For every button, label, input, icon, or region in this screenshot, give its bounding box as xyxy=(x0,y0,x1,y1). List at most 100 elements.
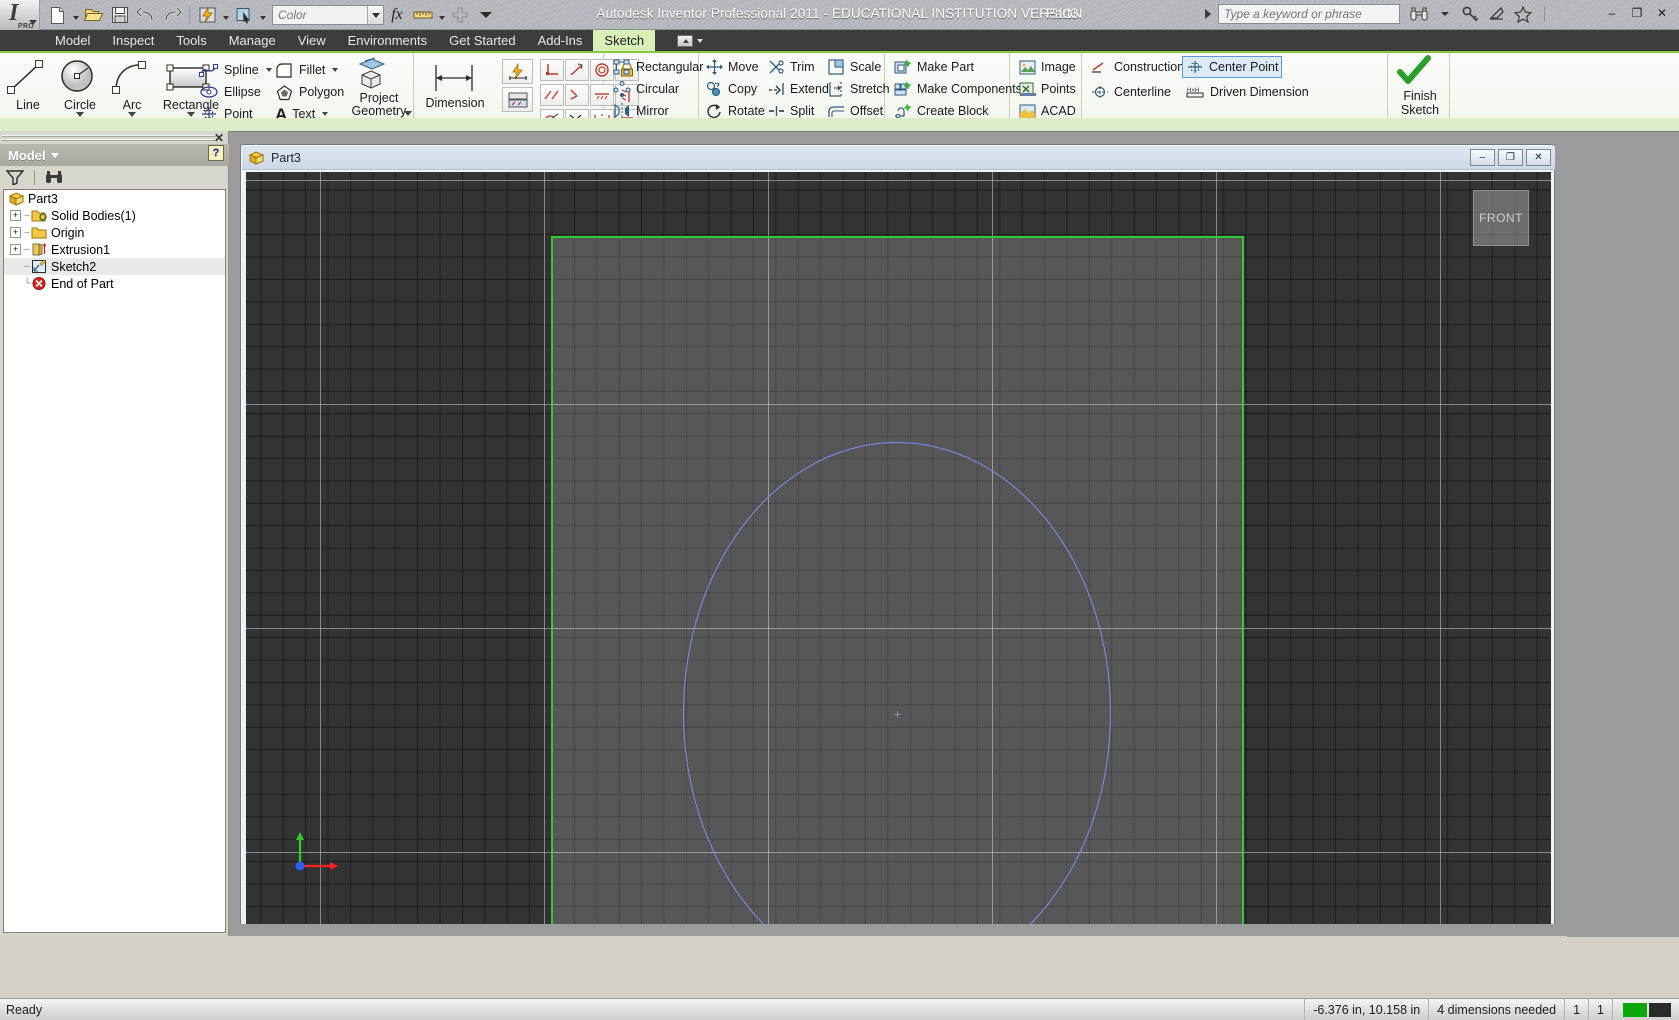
arc-button[interactable]: Arc xyxy=(108,57,156,117)
centerline-button[interactable]: Centerline xyxy=(1088,81,1174,103)
tab-manage[interactable]: Manage xyxy=(218,30,287,51)
tree-expander-icon[interactable]: + xyxy=(10,244,21,255)
tree-expander-icon[interactable]: + xyxy=(10,227,21,238)
copy-button[interactable]: Copy xyxy=(703,78,760,100)
document-restore-button[interactable]: ❐ xyxy=(1498,149,1523,166)
image-button[interactable]: Image xyxy=(1016,56,1079,78)
measure-button[interactable] xyxy=(410,3,436,27)
save-document-button[interactable] xyxy=(107,3,133,27)
filter-funnel-icon[interactable] xyxy=(6,169,24,185)
graphics-viewport[interactable]: FRONT xyxy=(246,172,1551,924)
view-cube[interactable]: FRONT xyxy=(1473,190,1529,246)
tab-view[interactable]: View xyxy=(287,30,337,51)
tab-get-started[interactable]: Get Started xyxy=(438,30,526,51)
document-close-button[interactable]: ✕ xyxy=(1526,149,1551,166)
make-components-button[interactable]: Make Components xyxy=(891,78,1025,100)
tab-add-ins[interactable]: Add-Ins xyxy=(527,30,594,51)
circle-button[interactable]: Circle xyxy=(56,57,104,117)
search-input[interactable] xyxy=(1218,4,1400,24)
browser-header[interactable]: Model ? xyxy=(0,144,229,166)
undo-button[interactable] xyxy=(133,3,159,27)
key-icon[interactable] xyxy=(1462,5,1480,23)
stretch-button[interactable]: Stretch xyxy=(825,78,893,100)
scale-button[interactable]: Scale xyxy=(825,56,884,78)
binoculars-icon[interactable] xyxy=(1410,5,1428,23)
auto-dimension-icon[interactable] xyxy=(502,59,533,84)
window-minimize-button[interactable]: – xyxy=(1601,4,1623,22)
tab-model[interactable]: Model xyxy=(44,30,101,51)
browser-close-button[interactable]: ✕ xyxy=(214,131,224,145)
satellite-dish-icon[interactable] xyxy=(1488,5,1506,23)
fillet-button[interactable]: Fillet xyxy=(272,59,341,81)
tab-inspect[interactable]: Inspect xyxy=(101,30,165,51)
spline-dropdown-icon[interactable] xyxy=(265,68,272,72)
find-binoculars-icon[interactable] xyxy=(45,170,63,185)
color-select[interactable]: Color xyxy=(272,5,384,25)
dimension-button[interactable]: Dimension xyxy=(422,61,488,110)
parallel-constraint-icon[interactable] xyxy=(565,59,589,81)
circle-button-label: Circle xyxy=(64,98,96,112)
select-dropdown[interactable] xyxy=(257,3,268,27)
driven-dimension-button[interactable]: H×H Driven Dimension xyxy=(1182,81,1312,103)
spline-button[interactable]: Spline xyxy=(196,59,275,81)
tree-item-extrusion1[interactable]: + – Extrusion1 xyxy=(4,241,225,258)
tree-item-solid-bodies[interactable]: + – Solid Bodies(1) xyxy=(4,207,225,224)
move-button[interactable]: Move xyxy=(703,56,762,78)
coincident-constraint-icon[interactable] xyxy=(565,84,589,106)
extend-button[interactable]: Extend xyxy=(765,78,832,100)
window-restore-button[interactable]: ❐ xyxy=(1626,4,1648,22)
tree-item-end-of-part[interactable]: └ End of Part xyxy=(4,275,225,292)
project-geometry-button[interactable]: Project Geometry xyxy=(348,55,410,117)
tab-sketch[interactable]: Sketch xyxy=(593,30,656,51)
parameters-button[interactable]: fx xyxy=(384,3,410,27)
center-point-button[interactable]: Center Point xyxy=(1182,56,1283,78)
circular-pattern-button[interactable]: Circular xyxy=(610,78,682,100)
points-button[interactable]: Points xyxy=(1016,78,1079,100)
document-minimize-button[interactable]: – xyxy=(1470,149,1495,166)
circle-dropdown-icon[interactable] xyxy=(76,112,84,117)
select-button[interactable] xyxy=(231,3,257,27)
color-select-dropdown[interactable] xyxy=(367,6,383,24)
tree-item-part3[interactable]: Part3 xyxy=(4,190,225,207)
collinear-constraint-icon[interactable] xyxy=(540,84,564,106)
polygon-button[interactable]: Polygon xyxy=(272,81,347,103)
browser-help-button[interactable]: ? xyxy=(208,145,224,161)
fillet-dropdown-icon[interactable] xyxy=(332,68,339,72)
make-part-button[interactable]: Make Part xyxy=(891,56,977,78)
inventor-logo-button[interactable]: I PRO xyxy=(0,0,40,30)
construction-button[interactable]: Construction xyxy=(1088,56,1187,78)
tree-expander-icon[interactable]: + xyxy=(10,210,21,221)
window-close-button[interactable]: ✕ xyxy=(1651,4,1673,22)
rectangular-pattern-button[interactable]: Rectangular xyxy=(610,56,706,78)
customize-qat-dropdown[interactable] xyxy=(473,3,499,27)
rectangle-dropdown-icon[interactable] xyxy=(187,112,195,117)
ellipse-button[interactable]: Ellipse xyxy=(196,81,264,103)
measure-dropdown[interactable] xyxy=(436,3,447,27)
tree-item-origin[interactable]: + – Origin xyxy=(4,224,225,241)
tree-item-sketch2[interactable]: – Sketch2 xyxy=(4,258,225,275)
redo-button[interactable] xyxy=(159,3,185,27)
finish-sketch-button[interactable]: Finish Sketch xyxy=(1394,55,1446,117)
binoculars-dropdown-icon[interactable] xyxy=(1436,5,1454,23)
text-dropdown-icon[interactable] xyxy=(322,112,329,116)
open-document-button[interactable] xyxy=(81,3,107,27)
expand-right-icon[interactable] xyxy=(1205,9,1211,19)
line-button[interactable]: Line xyxy=(4,57,52,112)
update-button[interactable] xyxy=(194,3,220,27)
tab-tools[interactable]: Tools xyxy=(165,30,217,51)
star-icon[interactable] xyxy=(1514,5,1532,23)
arc-dropdown-icon[interactable] xyxy=(128,112,136,117)
browser-drag-grip[interactable] xyxy=(2,133,216,143)
project-geometry-dropdown-icon[interactable] xyxy=(404,111,412,116)
new-document-dropdown[interactable] xyxy=(70,3,81,27)
sketch-center-point[interactable] xyxy=(894,711,901,718)
tab-environments[interactable]: Environments xyxy=(337,30,438,51)
show-constraints-icon[interactable] xyxy=(502,87,533,112)
trim-button[interactable]: Trim xyxy=(765,56,818,78)
perpendicular-constraint-icon[interactable] xyxy=(540,59,564,81)
ribbon-display-options-button[interactable] xyxy=(673,30,707,51)
new-document-button[interactable] xyxy=(44,3,70,27)
update-dropdown[interactable] xyxy=(220,3,231,27)
customize-qat-add-button[interactable] xyxy=(447,3,473,27)
document-window-title-bar[interactable]: Part3 – ❐ ✕ xyxy=(242,146,1555,170)
